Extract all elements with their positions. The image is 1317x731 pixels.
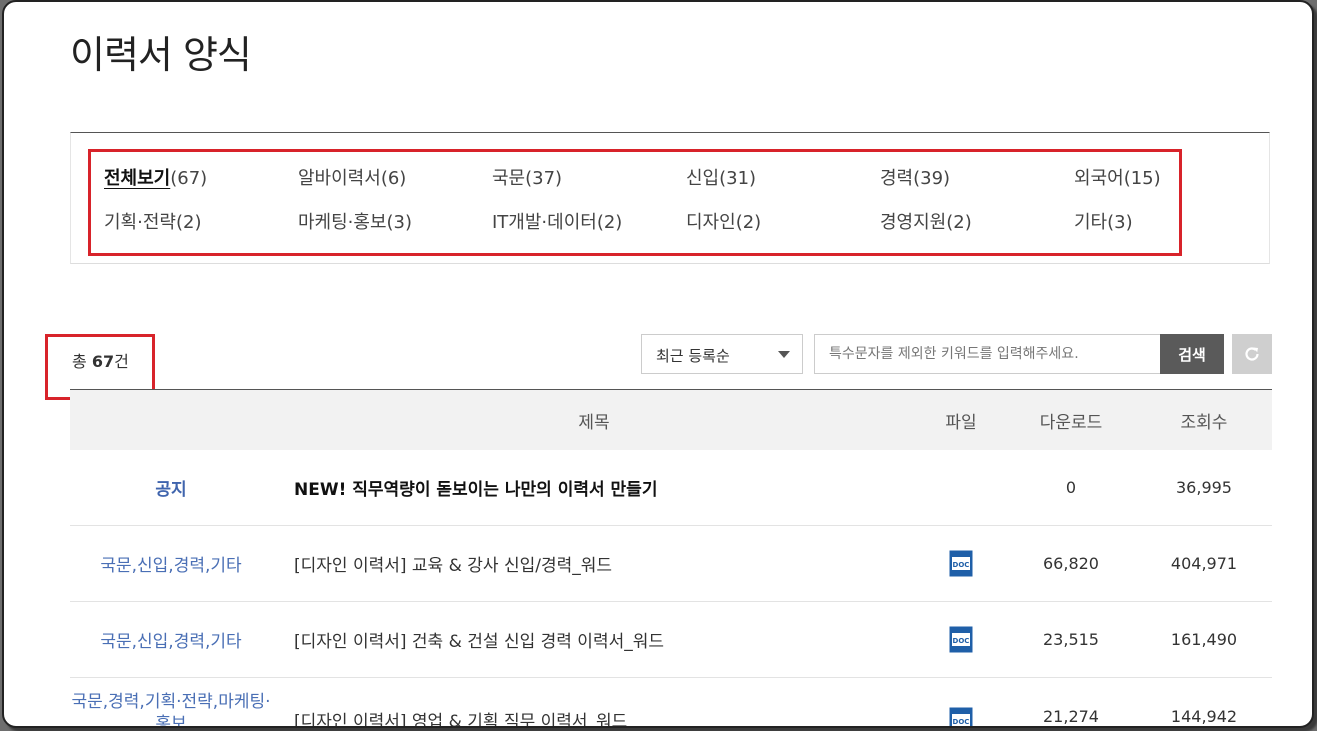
row-title-link[interactable]: NEW! 직무역량이 돋보이는 나만의 이력서 만들기 — [272, 475, 916, 500]
category-marketing[interactable]: 마케팅·홍보(3) — [298, 208, 492, 234]
row-title-link[interactable]: [디자인 이력서] 교육 & 강사 신입/경력_워드 — [272, 551, 916, 576]
row-downloads: 66,820 — [1043, 554, 1099, 573]
category-planning[interactable]: 기획·전략(2) — [104, 208, 298, 234]
svg-text:DOC: DOC — [953, 637, 970, 645]
row-views: 404,971 — [1170, 554, 1238, 573]
category-all[interactable]: 전체보기(67) — [104, 164, 298, 190]
category-design[interactable]: 디자인(2) — [686, 208, 880, 234]
header-views: 조회수 — [1180, 412, 1228, 433]
search-button[interactable]: 검색 — [1160, 334, 1224, 374]
table-header: 제목 파일 다운로드 조회수 — [70, 390, 1272, 450]
sort-select[interactable]: 최근 등록순 — [641, 334, 803, 374]
category-experienced[interactable]: 경력(39) — [880, 164, 1074, 190]
category-entry-level[interactable]: 신입(31) — [686, 164, 880, 190]
row-views: 161,490 — [1170, 630, 1238, 649]
row-title-link[interactable]: [디자인 이력서] 건축 & 건설 신입 경력 이력서_워드 — [272, 627, 916, 652]
file-download[interactable]: DOC — [916, 626, 1006, 653]
row-category[interactable]: 국문,신입,경력,기타 — [70, 551, 272, 576]
doc-file-icon: DOC — [949, 707, 973, 726]
browser-frame: 이력서 양식 전체보기(67) 알바이력서(6) 국문(37) 신입(31) 경… — [2, 0, 1314, 728]
row-views: 36,995 — [1176, 478, 1232, 497]
table-row[interactable]: 국문,신입,경력,기타 [디자인 이력서] 건축 & 건설 신입 경력 이력서_… — [70, 602, 1272, 678]
table-row[interactable]: 국문,경력,기획·전략,마케팅·홍보 [디자인 이력서] 영업 & 기획 직무 … — [70, 678, 1272, 726]
category-it-data[interactable]: IT개발·데이터(2) — [492, 208, 686, 234]
file-download[interactable]: DOC — [916, 692, 1006, 726]
header-title: 제목 — [578, 412, 610, 433]
row-title-link[interactable]: [디자인 이력서] 영업 & 기획 직무 이력서_워드 — [272, 692, 916, 726]
svg-text:DOC: DOC — [953, 561, 970, 569]
row-downloads: 23,515 — [1043, 630, 1099, 649]
file-download[interactable]: DOC — [916, 550, 1006, 577]
doc-file-icon: DOC — [949, 626, 973, 653]
svg-text:DOC: DOC — [953, 718, 970, 726]
table-row[interactable]: 국문,신입,경력,기타 [디자인 이력서] 교육 & 강사 신입/경력_워드 D… — [70, 526, 1272, 602]
table-row[interactable]: 공지 NEW! 직무역량이 돋보이는 나만의 이력서 만들기 0 36,995 — [70, 450, 1272, 526]
category-management-support[interactable]: 경영지원(2) — [880, 208, 1074, 234]
chevron-down-icon — [778, 351, 790, 358]
refresh-button[interactable] — [1232, 334, 1272, 374]
row-category[interactable]: 국문,경력,기획·전략,마케팅·홍보 — [70, 691, 272, 726]
doc-file-icon: DOC — [949, 550, 973, 577]
refresh-icon — [1245, 347, 1259, 361]
row-views: 144,942 — [1170, 707, 1238, 726]
header-downloads: 다운로드 — [1039, 412, 1103, 433]
category-etc[interactable]: 기타(3) — [1074, 208, 1268, 234]
row-category[interactable]: 국문,신입,경력,기타 — [70, 627, 272, 652]
page-title: 이력서 양식 — [70, 33, 252, 77]
category-part-time[interactable]: 알바이력서(6) — [298, 164, 492, 190]
category-list: 전체보기(67) 알바이력서(6) 국문(37) 신입(31) 경력(39) 외… — [104, 164, 1268, 234]
row-category[interactable]: 공지 — [70, 475, 272, 500]
header-file: 파일 — [945, 412, 977, 433]
category-korean[interactable]: 국문(37) — [492, 164, 686, 190]
row-downloads: 0 — [1065, 478, 1077, 497]
category-foreign-language[interactable]: 외국어(15) — [1074, 164, 1268, 190]
resume-table: 제목 파일 다운로드 조회수 공지 NEW! 직무역량이 돋보이는 나만의 이력… — [70, 389, 1272, 726]
row-downloads: 21,274 — [1043, 707, 1099, 726]
search-input[interactable] — [814, 334, 1161, 374]
